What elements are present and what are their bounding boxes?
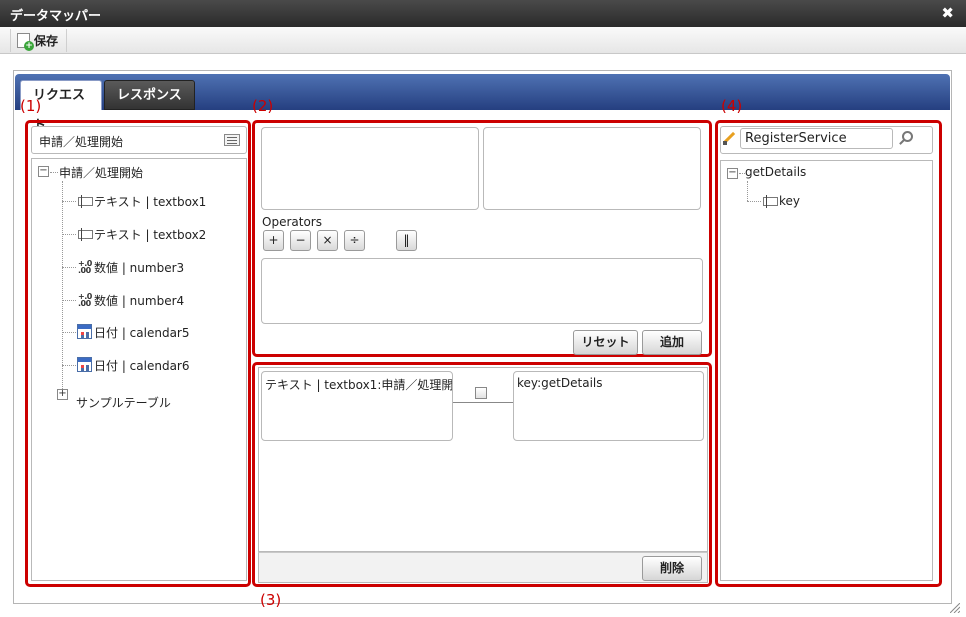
mapping-footer: [258, 552, 708, 583]
plus-operator-button[interactable]: +: [263, 230, 284, 251]
number-icon: +.0 .00: [78, 259, 92, 275]
number-icon: +.0 .00: [78, 292, 92, 308]
calendar-icon: [77, 324, 92, 339]
tab-bar: リクエスト レスポンス: [15, 74, 950, 133]
collapse-icon[interactable]: −: [727, 168, 738, 179]
tree-item-textbox1[interactable]: テキスト | textbox1: [94, 193, 206, 210]
window-title: データマッパー: [10, 9, 102, 24]
tree-item-calendar5[interactable]: 日付 | calendar5: [94, 324, 190, 341]
pencil-icon[interactable]: [723, 131, 737, 145]
tree-root-label[interactable]: 申請／処理開始: [59, 164, 143, 181]
tree-item-number3[interactable]: 数値 | number3: [94, 259, 184, 276]
textbox-icon: [78, 195, 93, 208]
toolbar: + 保存: [0, 27, 966, 54]
window-titlebar: データマッパー ✖: [0, 0, 966, 27]
multiply-operator-button[interactable]: ×: [317, 230, 338, 251]
tab-response[interactable]: レスポンス: [104, 80, 195, 110]
new-document-icon: +: [17, 33, 34, 51]
tree-item-sample-table[interactable]: サンプルテーブル: [76, 394, 171, 411]
target-tree-root-label[interactable]: getDetails: [745, 165, 806, 179]
divide-operator-button[interactable]: ÷: [344, 230, 365, 251]
close-icon[interactable]: ✖: [941, 4, 954, 22]
service-search-input[interactable]: [740, 128, 893, 149]
save-button-label: 保存: [34, 34, 59, 48]
calendar-icon: [77, 357, 92, 372]
annotation-label-4: (4): [721, 97, 743, 115]
mapping-target-box[interactable]: key:getDetails: [513, 371, 704, 441]
target-tree-item-key[interactable]: key: [779, 194, 800, 208]
source-form-header: 申請／処理開始: [31, 126, 247, 154]
source-tree-panel: − 申請／処理開始 テキスト | textbox1 テキスト | textbox…: [31, 158, 247, 581]
collapse-icon[interactable]: −: [38, 166, 49, 177]
concat-operator-button[interactable]: ‖: [396, 230, 417, 251]
expression-box[interactable]: [261, 258, 703, 324]
tree-item-calendar6[interactable]: 日付 | calendar6: [94, 357, 190, 374]
textbox-icon: [78, 228, 93, 241]
magnifier-icon[interactable]: [902, 131, 913, 142]
mapping-checkbox[interactable]: [475, 387, 487, 399]
tree-item-textbox2[interactable]: テキスト | textbox2: [94, 226, 206, 243]
annotation-label-1: (1): [20, 97, 42, 115]
minus-operator-button[interactable]: −: [290, 230, 311, 251]
source-form-title: 申請／処理開始: [39, 135, 124, 149]
expand-icon[interactable]: +: [57, 389, 68, 400]
annotation-label-2: (2): [252, 97, 274, 115]
operand-left-box[interactable]: [261, 127, 479, 210]
tree-item-number4[interactable]: 数値 | number4: [94, 292, 184, 309]
resize-grip-icon[interactable]: [950, 603, 960, 613]
reset-button[interactable]: リセット: [573, 330, 638, 355]
list-view-icon[interactable]: [224, 134, 240, 146]
operand-right-box[interactable]: [483, 127, 701, 210]
mapping-connector: [453, 402, 513, 403]
delete-button[interactable]: 削除: [642, 556, 702, 581]
add-button[interactable]: 追加: [642, 330, 702, 355]
mapping-source-box[interactable]: テキスト | textbox1:申請／処理開始: [261, 371, 453, 441]
textbox-icon: [763, 195, 778, 208]
save-button[interactable]: + 保存: [10, 29, 68, 52]
target-tree-panel: − getDetails key: [720, 160, 933, 581]
operators-label: Operators: [262, 215, 322, 229]
annotation-label-3: (3): [260, 591, 282, 609]
